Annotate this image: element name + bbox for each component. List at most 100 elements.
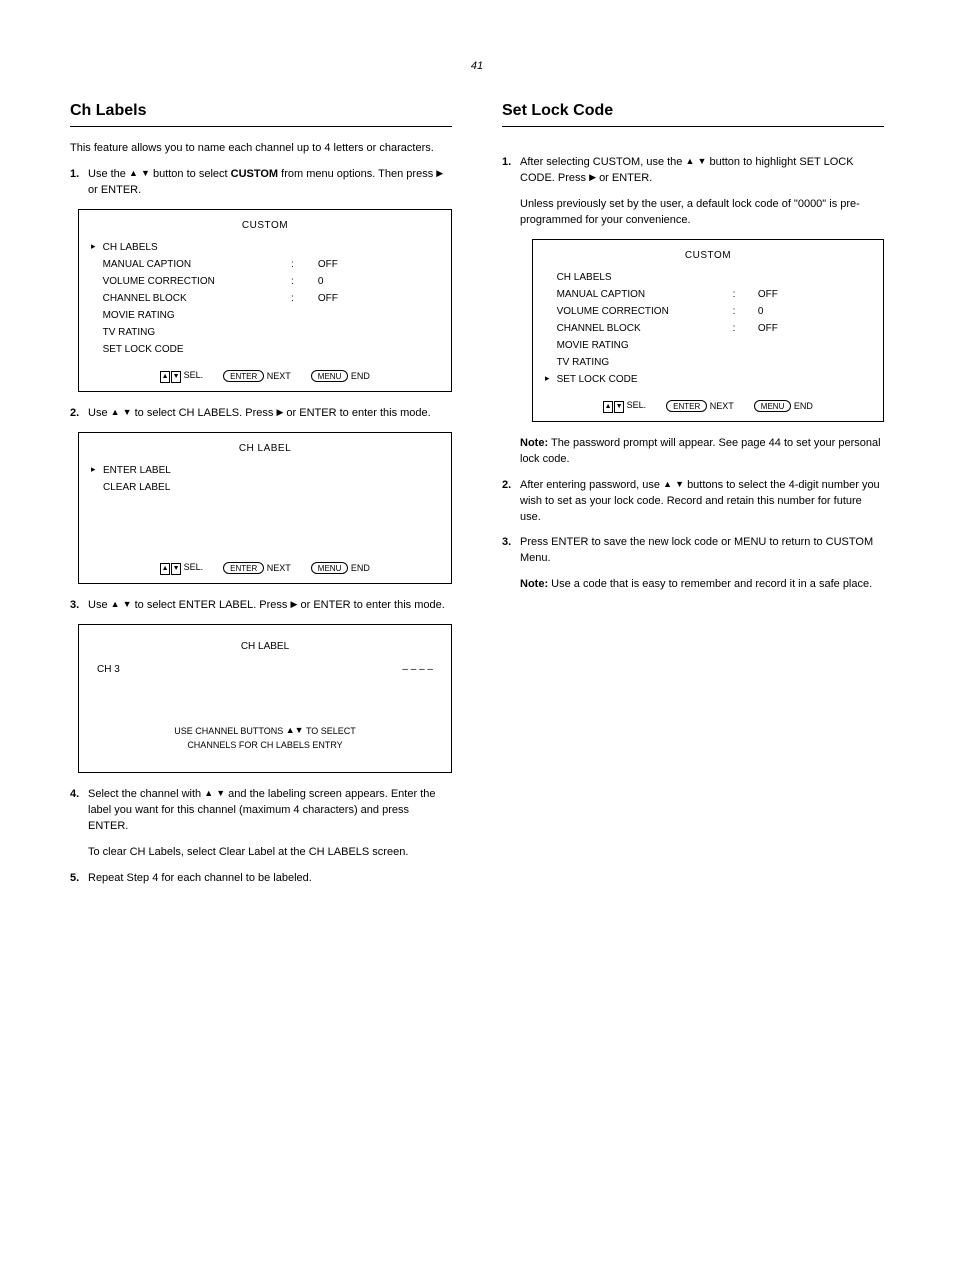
- text: to enter this mode.: [354, 599, 445, 611]
- text: CHANNELS FOR CH LABELS ENTRY: [187, 740, 342, 750]
- sel-group: ▲▼ SEL.: [160, 562, 203, 575]
- step-number: 3.: [70, 598, 88, 614]
- note-2: Note: Use a code that is easy to remembe…: [520, 577, 884, 593]
- down-icon: ▼: [295, 725, 304, 735]
- down-icon: ▼: [675, 479, 684, 489]
- step-4: 4. Select the channel with ▲ ▼ and the l…: [70, 787, 452, 835]
- next-group: ENTER NEXT: [223, 370, 291, 382]
- text: or: [88, 184, 98, 196]
- enter-pill-icon: ENTER: [666, 400, 707, 412]
- end-group: MENU END: [311, 370, 370, 382]
- step-body: After selecting CUSTOM, use the ▲ ▼ butt…: [520, 155, 884, 187]
- text: to select ENTER LABEL. Press: [135, 599, 288, 611]
- up-icon: ▲: [111, 407, 120, 417]
- text: USE CHANNEL BUTTONS: [174, 726, 283, 736]
- menu-row: VOLUME CORRECTION: 0: [545, 303, 871, 320]
- cursor-icon: ▸: [91, 462, 103, 479]
- text: After entering password, use: [520, 479, 660, 491]
- text: to enter this mode.: [340, 407, 431, 419]
- menu-row: TV RATING: [91, 324, 439, 341]
- sel-label: SEL.: [627, 400, 647, 410]
- menu-value: 0: [318, 273, 439, 290]
- end-label: END: [794, 401, 813, 411]
- ch-labels-heading: Ch Labels: [70, 102, 452, 127]
- colon: :: [733, 320, 758, 337]
- enter-pill-icon: ENTER: [223, 562, 264, 574]
- step-5: 5. Repeat Step 4 for each channel to be …: [70, 871, 452, 887]
- sel-group: ▲▼ SEL.: [160, 370, 203, 383]
- step-2: 2. Use ▲ ▼ to select CH LABELS. Press ▶ …: [70, 406, 452, 422]
- note-body: Use a code that is easy to remember and …: [551, 578, 872, 590]
- menu-row: CHANNEL BLOCK:OFF: [91, 290, 439, 307]
- menu-row: CHANNEL BLOCK:OFF: [545, 320, 871, 337]
- menu-row-selected: ▸SET LOCK CODE: [545, 371, 871, 388]
- right-icon: ▶: [436, 168, 443, 178]
- clear-label-text: To clear CH Labels, select Clear Label a…: [88, 845, 452, 861]
- colon: :: [733, 286, 758, 303]
- menu-bottom: ▲▼ SEL. ENTER NEXT MENU END: [91, 370, 439, 383]
- next-label: NEXT: [267, 563, 291, 573]
- up-icon: ▲: [685, 156, 694, 166]
- step-body: Use the ▲ ▼ button to select CUSTOM from…: [88, 167, 452, 199]
- menu-pill-icon: MENU: [311, 562, 349, 574]
- step-body: After entering password, use ▲ ▼ buttons…: [520, 478, 884, 526]
- menu-label: ENTER LABEL: [103, 462, 298, 479]
- custom-menu-1: CUSTOM ▸CH LABELS MANUAL CAPTION:OFF VOL…: [78, 209, 452, 392]
- up-icon: ▲: [204, 788, 213, 798]
- right-icon: ▶: [291, 599, 298, 609]
- next-group: ENTER NEXT: [223, 562, 291, 574]
- menu-label: CH LABELS: [557, 269, 733, 286]
- lock-step-1: 1. After selecting CUSTOM, use the ▲ ▼ b…: [502, 155, 884, 187]
- cursor-icon: ▸: [545, 371, 557, 388]
- menu-row: MOVIE RATING: [545, 337, 871, 354]
- text: Use: [88, 599, 108, 611]
- custom-label: CUSTOM: [231, 168, 278, 180]
- edit-label-value: – – – –: [402, 664, 433, 675]
- step-number: 2.: [70, 406, 88, 422]
- menu-title: CUSTOM: [91, 220, 439, 231]
- note-1: Note: The password prompt will appear. S…: [520, 436, 884, 468]
- menu-row: MANUAL CAPTION:OFF: [91, 256, 439, 273]
- menu-label: VOLUME CORRECTION: [103, 273, 291, 290]
- colon: :: [291, 290, 318, 307]
- menu-row: CLEAR LABEL: [91, 479, 439, 496]
- text: or: [286, 407, 296, 419]
- menu-label: MANUAL CAPTION: [557, 286, 733, 303]
- down-icon: ▼: [697, 156, 706, 166]
- menu-label: SET LOCK CODE: [557, 371, 733, 388]
- step-number: 1.: [502, 155, 520, 187]
- note-body: The password prompt will appear. See pag…: [520, 437, 881, 465]
- intro-text: This feature allows you to name each cha…: [70, 141, 452, 157]
- step-1: 1. Use the ▲ ▼ button to select CUSTOM f…: [70, 167, 452, 199]
- text: After selecting CUSTOM, use the: [520, 156, 682, 168]
- text: to select CH LABELS. Press: [135, 407, 274, 419]
- menu-label: CHANNEL BLOCK: [557, 320, 733, 337]
- custom-menu-lock: CUSTOM CH LABELS MANUAL CAPTION:OFF VOLU…: [532, 239, 884, 422]
- step-body: Use ▲ ▼ to select CH LABELS. Press ▶ or …: [88, 406, 452, 422]
- edit-ch: CH 3: [97, 664, 120, 675]
- set-lock-code-heading: Set Lock Code: [502, 102, 884, 127]
- menu-row: SET LOCK CODE: [91, 341, 439, 358]
- up-icon: ▲: [663, 479, 672, 489]
- page-number: 41: [70, 60, 884, 72]
- menu-value: OFF: [758, 320, 871, 337]
- step-number: 5.: [70, 871, 88, 887]
- menu-value: OFF: [318, 290, 439, 307]
- menu-row: MANUAL CAPTION:OFF: [545, 286, 871, 303]
- edit-title: CH LABEL: [91, 641, 439, 652]
- menu-value: [318, 239, 439, 256]
- menu-label: MANUAL CAPTION: [103, 256, 291, 273]
- menu-value: OFF: [758, 286, 871, 303]
- menu-label: MOVIE RATING: [103, 307, 291, 324]
- left-column: Ch Labels This feature allows you to nam…: [70, 102, 452, 897]
- updown-icon: ▲▼: [603, 401, 624, 413]
- menu-row: MOVIE RATING: [91, 307, 439, 324]
- ch-label-menu: CH LABEL ▸ENTER LABEL CLEAR LABEL ▲▼ SEL…: [78, 432, 452, 584]
- up-icon: ▲: [111, 599, 120, 609]
- right-icon: ▶: [589, 172, 596, 182]
- cursor-icon: ▸: [91, 239, 103, 256]
- default-code-text: Unless previously set by the user, a def…: [520, 197, 884, 229]
- end-group: MENU END: [754, 400, 813, 412]
- step-number: 3.: [502, 535, 520, 567]
- sel-label: SEL.: [184, 562, 204, 572]
